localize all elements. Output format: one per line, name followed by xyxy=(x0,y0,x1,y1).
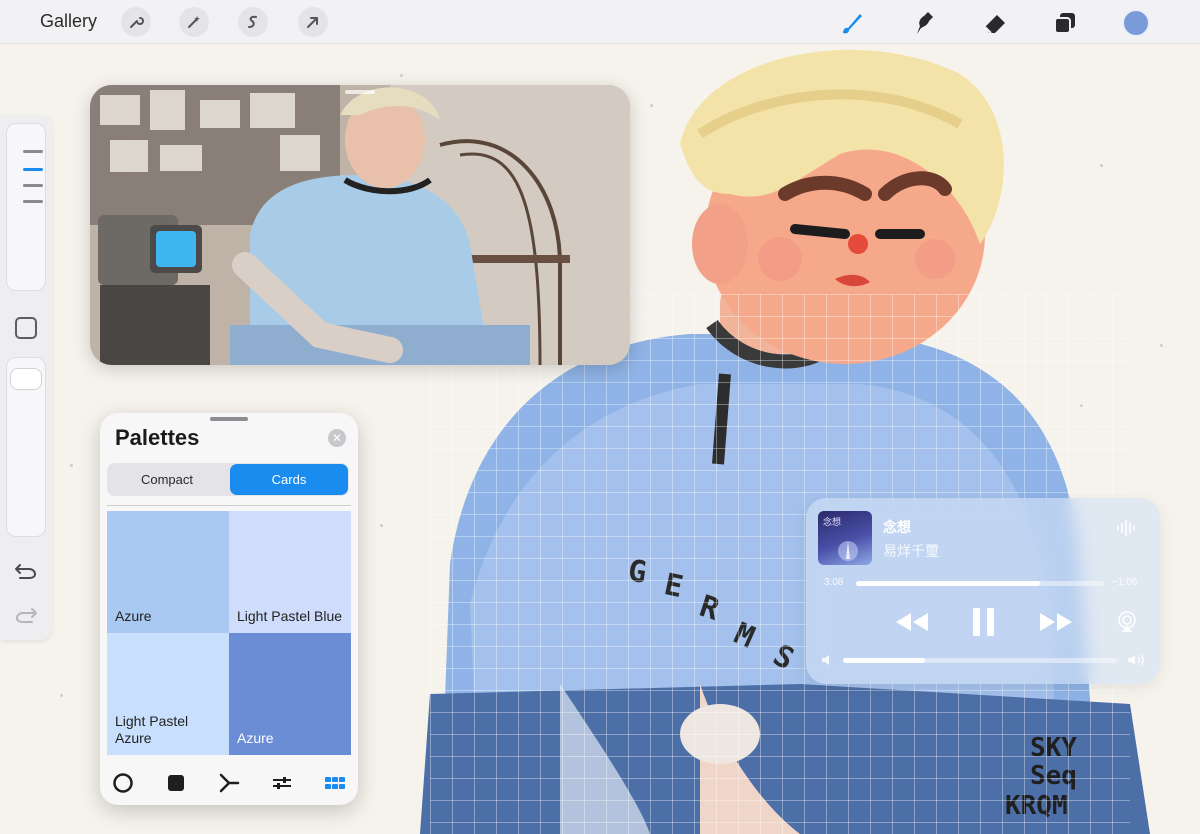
selection-icon[interactable] xyxy=(238,7,268,37)
panel-title: Palettes xyxy=(115,425,200,450)
transform-arrow-icon[interactable] xyxy=(298,7,328,37)
palette-cards: Azure Light Pastel Blue Light Pastel Azu… xyxy=(107,505,351,755)
color-card-label: Light Pastel Azure xyxy=(115,713,189,746)
palette-grid-icon[interactable] xyxy=(323,771,347,795)
undo-icon[interactable] xyxy=(14,561,38,581)
volume-slider[interactable] xyxy=(843,658,1117,663)
progress-bar[interactable] xyxy=(856,581,1104,586)
brush-icon[interactable] xyxy=(836,8,866,38)
svg-text:念想: 念想 xyxy=(823,516,841,528)
palettes-panel: Palettes ✕ Compact Cards Azure Light Pas… xyxy=(100,413,358,805)
color-mode-tabs xyxy=(100,765,358,799)
color-card[interactable]: Light Pastel Blue xyxy=(229,511,351,633)
remaining-time: −1:06 xyxy=(1112,577,1138,588)
color-picker[interactable] xyxy=(1122,9,1150,37)
gallery-button[interactable]: Gallery xyxy=(40,11,97,32)
song-title: 念想 xyxy=(883,519,911,535)
color-card-label: Azure xyxy=(115,608,152,624)
opacity-slider[interactable] xyxy=(6,357,46,537)
reference-photo-window[interactable] xyxy=(90,85,630,365)
volume-low-icon xyxy=(820,653,834,667)
close-icon[interactable]: ✕ xyxy=(328,429,346,447)
smudge-icon[interactable] xyxy=(908,8,938,38)
disc-icon[interactable] xyxy=(111,771,135,795)
volume-fill xyxy=(843,658,926,663)
magic-wand-icon[interactable] xyxy=(179,7,209,37)
airplay-icon[interactable] xyxy=(1112,604,1142,640)
sliders-icon[interactable] xyxy=(270,771,294,795)
opacity-slider-thumb[interactable] xyxy=(10,368,42,390)
elapsed-time: 3:08 xyxy=(824,577,844,588)
wrench-icon[interactable] xyxy=(121,7,151,37)
waveform-icon xyxy=(1116,518,1138,538)
now-playing-widget: 念想 念想 易烊千璽 3:08 −1:06 xyxy=(806,498,1160,684)
tab-compact[interactable]: Compact xyxy=(108,464,226,495)
top-toolbar: Gallery xyxy=(0,0,1200,44)
harmony-icon[interactable] xyxy=(217,771,241,795)
redo-icon[interactable] xyxy=(14,605,38,625)
color-card-label: Light Pastel Blue xyxy=(237,608,343,624)
album-art[interactable]: 念想 xyxy=(818,511,872,565)
modify-button[interactable] xyxy=(15,317,37,339)
volume-high-icon xyxy=(1126,653,1146,667)
eraser-icon[interactable] xyxy=(980,8,1010,38)
pause-icon[interactable] xyxy=(964,604,1004,640)
color-card[interactable]: Azure xyxy=(107,511,229,633)
left-sidebar xyxy=(0,115,52,640)
color-card-label: Azure xyxy=(237,730,274,746)
panel-grip[interactable] xyxy=(210,417,248,421)
view-segmented-control: Compact Cards xyxy=(107,463,349,496)
color-card[interactable]: Light Pastel Azure xyxy=(107,633,229,755)
fast-forward-icon[interactable] xyxy=(1036,604,1076,640)
tab-cards[interactable]: Cards xyxy=(230,464,348,495)
brush-size-slider[interactable] xyxy=(6,123,46,291)
progress-fill xyxy=(856,581,1040,586)
square-icon[interactable] xyxy=(164,771,188,795)
rewind-icon[interactable] xyxy=(892,604,932,640)
reference-photo xyxy=(90,85,630,365)
window-grip[interactable] xyxy=(345,90,375,94)
song-artist: 易烊千璽 xyxy=(883,543,939,559)
layers-icon[interactable] xyxy=(1050,8,1080,38)
color-card[interactable]: Azure xyxy=(229,633,351,755)
